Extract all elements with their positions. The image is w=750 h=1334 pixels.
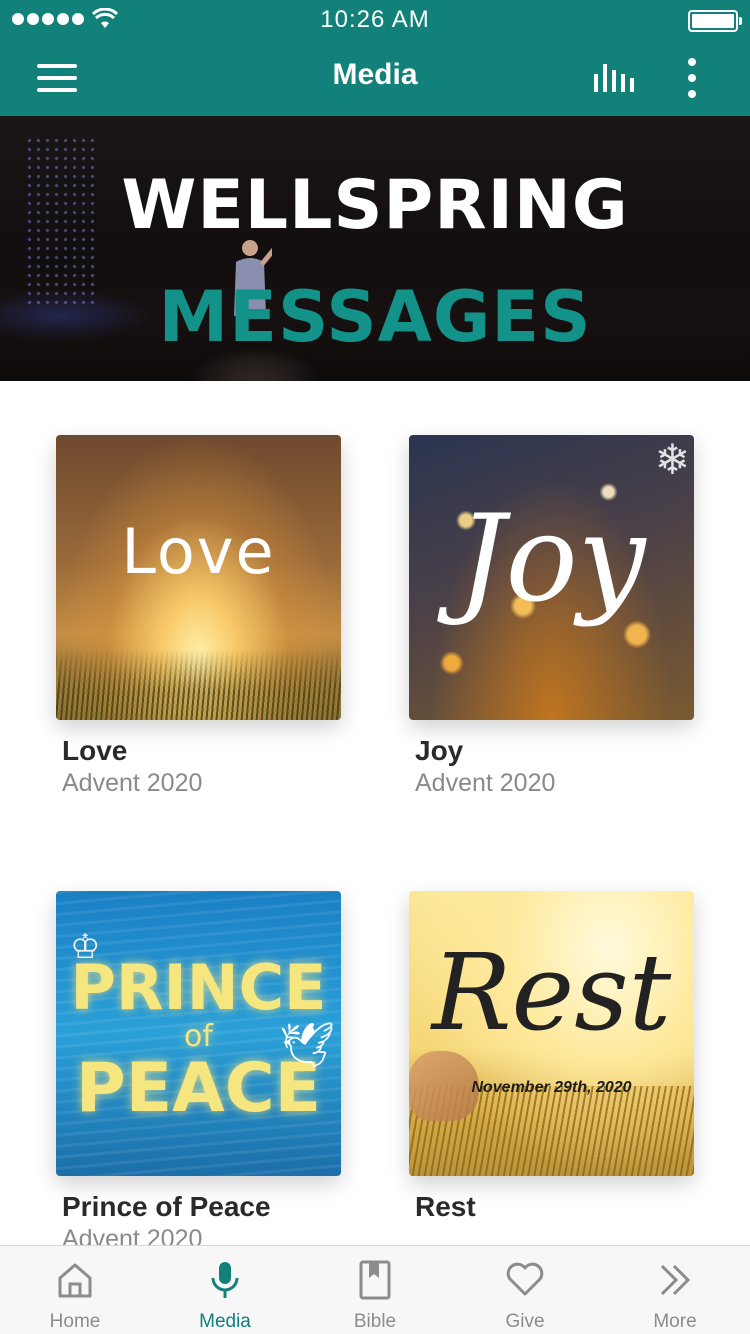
tab-media[interactable]: Media <box>150 1246 300 1334</box>
media-thumbnail: ❄ Joy <box>409 435 694 720</box>
tab-give[interactable]: Give <box>450 1246 600 1334</box>
equalizer-icon[interactable] <box>584 52 644 104</box>
tab-label: Bible <box>353 1311 397 1332</box>
chevrons-right-icon <box>660 1264 691 1296</box>
more-options-icon[interactable] <box>670 52 714 104</box>
thumbnail-date: November 29th, 2020 <box>471 1079 632 1096</box>
tab-label: Home <box>49 1311 101 1332</box>
microphone-icon <box>211 1262 239 1298</box>
tab-label: Give <box>505 1311 545 1332</box>
dove-icon: 🕊 <box>279 1021 335 1070</box>
tab-more[interactable]: More <box>600 1246 750 1334</box>
heart-icon <box>506 1262 544 1296</box>
hero-banner: WELLSPRING MESSAGES <box>0 116 750 381</box>
media-thumbnail: Love <box>56 435 341 720</box>
thumbnail-text: PRINCE <box>70 951 327 1024</box>
tab-bible[interactable]: Bible <box>300 1246 450 1334</box>
snowflake-icon: ❄ <box>654 436 690 483</box>
nav-bar: Media <box>0 40 750 116</box>
media-title: Joy <box>415 735 464 766</box>
media-thumbnail: ♔ PRINCE of PEACE 🕊 <box>56 891 341 1176</box>
home-icon <box>58 1263 92 1298</box>
media-thumbnail: Rest November 29th, 2020 <box>409 891 694 1176</box>
tab-bar: Home Media Bible Give More <box>0 1245 750 1334</box>
media-subtitle: Advent 2020 <box>415 769 556 797</box>
thumbnail-text: Love <box>121 515 276 588</box>
banner-title-line1: WELLSPRING <box>121 166 629 245</box>
thumbnail-text: Rest <box>431 931 672 1054</box>
battery-icon <box>688 10 742 32</box>
bible-icon <box>359 1260 391 1300</box>
media-title: Prince of Peace <box>62 1191 271 1222</box>
tab-label: Media <box>199 1311 251 1332</box>
banner-title-line2: MESSAGES <box>158 276 592 358</box>
status-bar: 10:26 AM <box>0 0 750 40</box>
media-title: Rest <box>415 1191 476 1222</box>
hamburger-menu-button[interactable] <box>28 58 84 98</box>
thumbnail-text: Joy <box>457 490 646 629</box>
media-title: Love <box>62 735 128 766</box>
media-subtitle: Advent 2020 <box>62 769 203 797</box>
status-time: 10:26 AM <box>320 6 430 33</box>
tab-label: More <box>653 1311 697 1332</box>
tab-home[interactable]: Home <box>0 1246 150 1334</box>
